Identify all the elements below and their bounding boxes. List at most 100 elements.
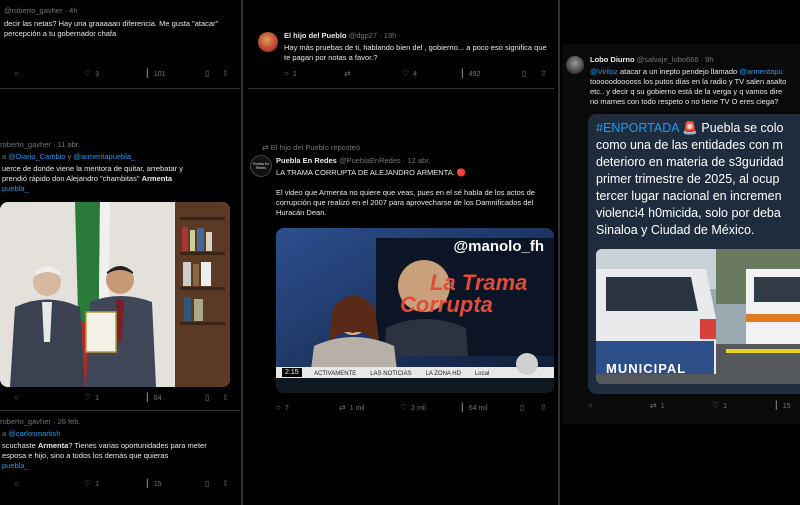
repost-button[interactable]: ⇄ <box>344 70 351 78</box>
share-icon: ⇧ <box>540 403 547 412</box>
tweet-bold-name: Armenta <box>37 441 69 450</box>
hashtag-link[interactable]: puebla_ <box>2 461 234 471</box>
tweet-card[interactable]: roberto_gavher · 11 abr. a @Diario_Cambi… <box>0 132 240 410</box>
share-button[interactable]: ⇧ <box>222 70 229 78</box>
video-overlay-title: La Trama Corrupta <box>400 272 527 316</box>
reply-button[interactable]: ○ 7 <box>276 404 289 412</box>
heart-icon: ♡ <box>84 393 92 402</box>
bookmark-button[interactable]: ▯ <box>205 480 209 488</box>
embedded-image[interactable]: #ENPORTADA 🚨 Puebla se colo como una de … <box>588 114 800 394</box>
hashtag-link[interactable]: puebla_ <box>2 184 234 194</box>
mention-link[interactable]: @Diario_Cambio <box>8 152 65 161</box>
tweet-author-name[interactable]: El hijo del Pueblo <box>284 31 347 40</box>
tweet-text-line: no mames con todo respeto o no tiene TV … <box>590 97 779 106</box>
repost-button[interactable]: ⇄ 1 <box>650 402 665 410</box>
views-button[interactable]: ┃ 84 <box>145 394 162 402</box>
bookmark-button[interactable]: ▯ <box>205 70 209 78</box>
views-icon: ┃ <box>774 401 779 410</box>
repost-icon: ⇄ <box>344 69 351 78</box>
repost-button[interactable]: ⇄ 1 mil <box>339 404 364 412</box>
tweet-author-name[interactable]: Lobo Diurno <box>590 55 635 64</box>
like-count: 1 <box>723 402 728 410</box>
tweet-text-line: scuchaste <box>2 441 36 450</box>
like-button[interactable]: ♡ 3 <box>84 70 99 78</box>
heart-icon: ♡ <box>84 69 92 78</box>
like-button[interactable]: ♡ 1 <box>712 402 727 410</box>
tweet-time[interactable]: · 9h <box>701 55 714 64</box>
tweet-card[interactable]: @roberto_gavher · 4h decir las netas? Ha… <box>0 0 240 88</box>
repost-label[interactable]: El hijo del Pueblo reposteó <box>271 143 360 152</box>
like-button[interactable]: ♡ 4 <box>402 70 417 78</box>
views-button[interactable]: ┃ 492 <box>460 70 481 78</box>
views-button[interactable]: ┃ 64 mil <box>460 404 488 412</box>
reply-button[interactable]: ○ <box>14 394 19 402</box>
tweet-handle[interactable]: @roberto_gavher <box>4 6 62 15</box>
like-button[interactable]: ♡ 1 <box>84 480 99 488</box>
tweet-text-line: etc.. y decir q su gobierno está de la v… <box>590 87 783 96</box>
avatar[interactable] <box>566 56 584 74</box>
tweet-card[interactable]: El hijo del Pueblo @dgp27 · 19h Hay más … <box>244 20 558 88</box>
reply-button[interactable]: ○ <box>588 402 593 410</box>
tweet-time[interactable]: · 11 abr. <box>53 140 80 149</box>
views-button[interactable]: ┃ 101 <box>145 70 166 78</box>
tweet-time[interactable]: · 19h <box>379 31 396 40</box>
tweet-header: Lobo Diurno @salvaje_lobo666 · 9h <box>590 55 714 64</box>
like-count: 2 mil <box>411 404 426 412</box>
share-button[interactable]: ⇧ <box>540 70 547 78</box>
bookmark-icon: ▯ <box>520 403 525 412</box>
repost-count: 1 mil <box>349 404 365 412</box>
repost-count: 1 <box>660 402 665 410</box>
mention-link[interactable]: @armentapuebla_ <box>73 152 135 161</box>
share-button[interactable]: ⇧ <box>540 404 547 412</box>
mention-link[interactable]: @armentapu <box>739 67 782 76</box>
tweet-text-line: atacar a un inepto pendejo llamado <box>620 67 738 76</box>
tweet-headline: LA TRAMA CORRUPTA DE ALEJANDRO ARMENTA. … <box>276 168 467 177</box>
tweet-author-name[interactable]: Puebla En Redes <box>276 156 337 165</box>
tweet-handle[interactable]: roberto_gavher <box>0 140 51 149</box>
tweet-time[interactable]: · 4h <box>65 6 78 15</box>
video-duration: 2:15 <box>282 368 302 377</box>
reply-count: 7 <box>284 404 289 412</box>
views-button[interactable]: ┃ 15 <box>145 480 162 488</box>
share-icon: ⇧ <box>540 69 547 78</box>
reply-icon: ○ <box>588 401 593 410</box>
tweet-time[interactable]: · 12 abr. <box>403 156 431 165</box>
tweet-handle[interactable]: @PueblaEnRedes <box>339 156 401 165</box>
share-button[interactable]: ⇧ <box>222 480 229 488</box>
views-icon: ┃ <box>145 69 150 78</box>
tweet-card[interactable]: roberto_gavher · 26 feb. a @carlosmartis… <box>0 410 240 505</box>
reply-context: a @carlosmartish <box>2 429 60 439</box>
like-button[interactable]: ♡ 1 <box>84 394 99 402</box>
bookmark-button[interactable]: ▯ <box>205 394 209 402</box>
tweet-card[interactable]: ⇄ El hijo del Pueblo reposteó Puebla En … <box>244 136 558 418</box>
share-button[interactable]: ⇧ <box>222 394 229 402</box>
mention-link[interactable]: @carlosmartish <box>8 429 60 438</box>
tweet-handle[interactable]: @salvaje_lobo666 <box>637 55 699 64</box>
ticker-item: ACTIVAMENTE <box>314 371 357 377</box>
ticker-item: Local <box>474 371 490 377</box>
reply-button[interactable]: ○ <box>14 70 19 78</box>
tweet-time[interactable]: · 26 feb. <box>53 417 81 426</box>
tweet-text: Hay más pruebas de ti, hablando bien del… <box>284 43 547 62</box>
avatar[interactable] <box>258 32 278 52</box>
photo-illustration <box>0 202 230 387</box>
reply-button[interactable]: ○ 1 <box>284 70 297 78</box>
views-button[interactable]: ┃ 15 <box>774 402 791 410</box>
tweet-text-line: ? Tienes varias oportunidades para meter <box>68 441 207 450</box>
tweet-card[interactable]: Lobo Diurno @salvaje_lobo666 · 9h @Viril… <box>562 44 800 424</box>
tweet-divider <box>248 88 554 89</box>
bookmark-button[interactable]: ▯ <box>522 70 526 78</box>
bookmark-icon: ▯ <box>205 479 210 488</box>
tweet-text-line: esposa e hijo, sino a todos los demás qu… <box>2 451 169 460</box>
tweet-handle[interactable]: roberto_gavher <box>0 417 51 426</box>
tweet-video[interactable]: @manolo_fh La Trama Corrupta 2:15 ACTIVA… <box>276 228 554 393</box>
tweet-handle[interactable]: @dgp27 <box>349 31 377 40</box>
avatar[interactable]: Puebla En Redes <box>250 155 272 177</box>
reply-button[interactable]: ○ <box>14 480 19 488</box>
embedded-text-line: deterioro en materia de s3guridad <box>596 155 784 169</box>
mention-link[interactable]: @Viriloz <box>590 67 618 76</box>
reply-context: a @Diario_Cambio y @armentapuebla_ <box>2 152 135 162</box>
like-button[interactable]: ♡ 2 mil <box>400 404 426 412</box>
bookmark-button[interactable]: ▯ <box>520 404 524 412</box>
tweet-photo[interactable] <box>0 202 230 387</box>
